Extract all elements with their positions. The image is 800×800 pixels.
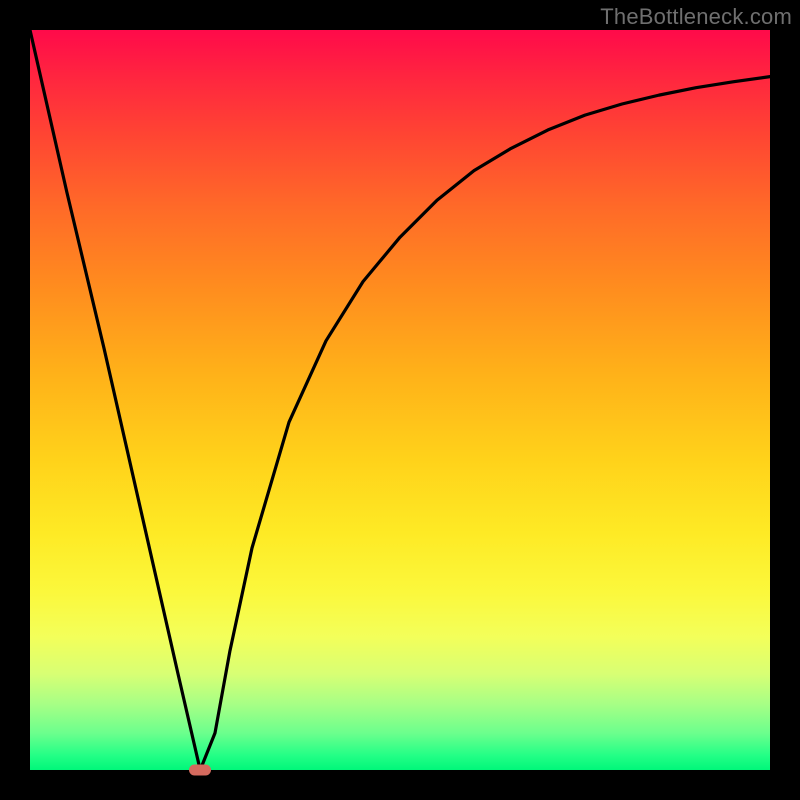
chart-frame: TheBottleneck.com (0, 0, 800, 800)
plot-area (30, 30, 770, 770)
curve-path (30, 30, 770, 770)
watermark-text: TheBottleneck.com (600, 4, 792, 30)
bottleneck-curve (30, 30, 770, 770)
optimal-point-marker (189, 765, 211, 776)
